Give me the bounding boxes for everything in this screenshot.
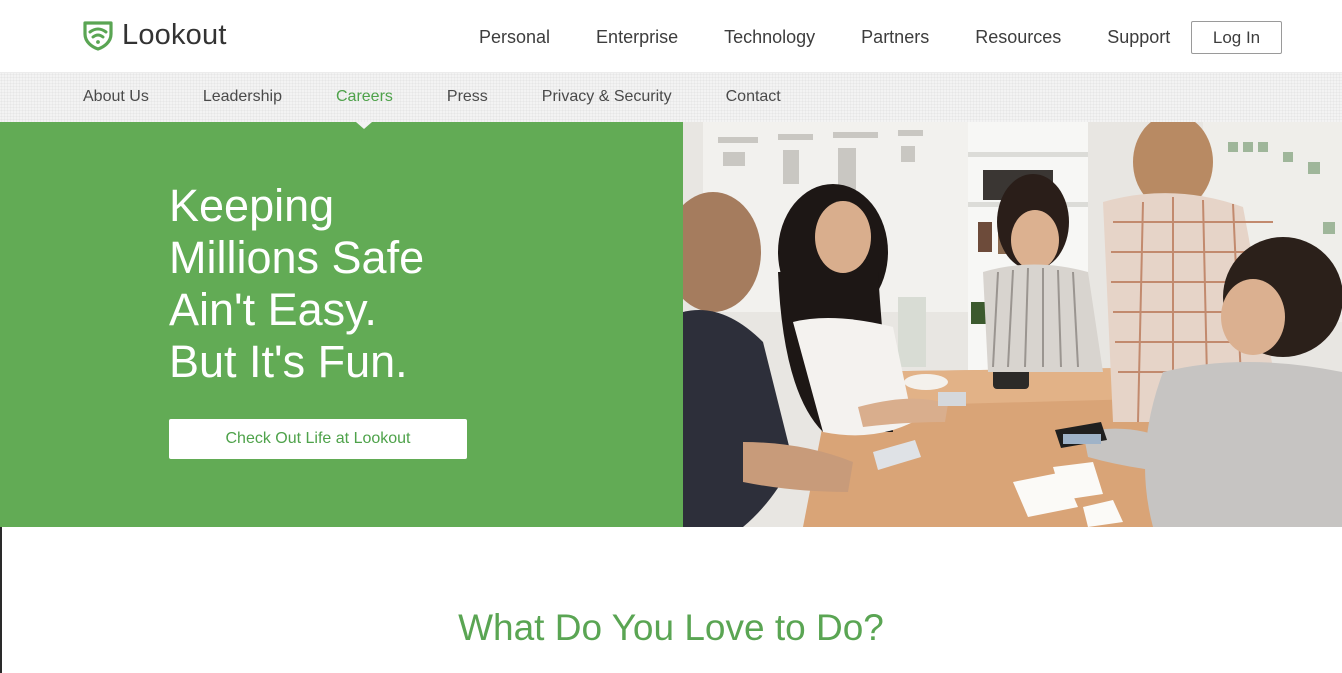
- nav-personal[interactable]: Personal: [479, 24, 550, 50]
- nav-partners[interactable]: Partners: [861, 24, 929, 50]
- subnav-contact[interactable]: Contact: [726, 87, 781, 107]
- logo-text: Lookout: [122, 18, 227, 51]
- team-photo-illustration: [683, 122, 1342, 527]
- logo[interactable]: Lookout: [82, 18, 227, 52]
- team-photo: [683, 122, 1342, 527]
- active-tab-indicator: [356, 122, 372, 129]
- subnav-leadership[interactable]: Leadership: [203, 87, 282, 107]
- hero-line: Millions Safe: [169, 232, 425, 283]
- nav-technology[interactable]: Technology: [724, 24, 815, 50]
- hero-text-panel: Keeping Millions Safe Ain't Easy. But It…: [0, 122, 683, 527]
- nav-resources[interactable]: Resources: [975, 24, 1061, 50]
- hero-banner: Keeping Millions Safe Ain't Easy. But It…: [0, 122, 1342, 527]
- nav-support[interactable]: Support: [1107, 24, 1170, 50]
- subnav-about-us[interactable]: About Us: [83, 87, 149, 107]
- hero-line: Ain't Easy.: [169, 284, 377, 335]
- subnav-privacy-security[interactable]: Privacy & Security: [542, 87, 672, 107]
- hero-headline: Keeping Millions Safe Ain't Easy. But It…: [169, 180, 589, 388]
- left-edge-shadow: [0, 527, 2, 673]
- shield-wifi-icon: [83, 21, 113, 51]
- page: Lookout Personal Enterprise Technology P…: [0, 0, 1342, 673]
- sub-nav: About Us Leadership Careers Press Privac…: [0, 72, 1342, 122]
- login-button[interactable]: Log In: [1191, 21, 1282, 54]
- nav-enterprise[interactable]: Enterprise: [596, 24, 678, 50]
- main-nav: Personal Enterprise Technology Partners …: [479, 24, 1216, 50]
- subnav-press[interactable]: Press: [447, 87, 488, 107]
- section-title: What Do You Love to Do?: [458, 607, 884, 648]
- life-at-lookout-button[interactable]: Check Out Life at Lookout: [169, 419, 467, 459]
- top-header: Lookout Personal Enterprise Technology P…: [0, 0, 1342, 72]
- hero-line: Keeping: [169, 180, 335, 231]
- hero-line: But It's Fun.: [169, 336, 408, 387]
- subnav-careers[interactable]: Careers: [336, 87, 393, 107]
